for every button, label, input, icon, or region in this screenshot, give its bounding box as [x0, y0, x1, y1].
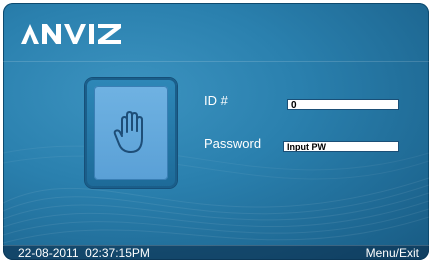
menu-exit-button[interactable]: Menu/Exit — [366, 246, 419, 260]
id-label: ID # — [204, 93, 228, 108]
status-bar: 22-08-2011 02:37:15PM Menu/Exit — [3, 245, 429, 260]
anviz-logo-mark — [21, 24, 121, 44]
anviz-logo — [21, 20, 125, 48]
id-input[interactable]: 0 — [287, 99, 399, 110]
fingerprint-panel-inner — [94, 86, 168, 180]
password-input[interactable]: Input PW — [283, 141, 399, 152]
device-screen: ID # 0 Password Input PW 22-08-2011 02:3… — [3, 3, 429, 260]
datetime-display: 22-08-2011 02:37:15PM — [18, 246, 150, 260]
fingerprint-panel — [85, 78, 177, 188]
hand-icon — [113, 111, 143, 153]
password-label: Password — [204, 136, 262, 151]
header-divider — [3, 61, 429, 62]
